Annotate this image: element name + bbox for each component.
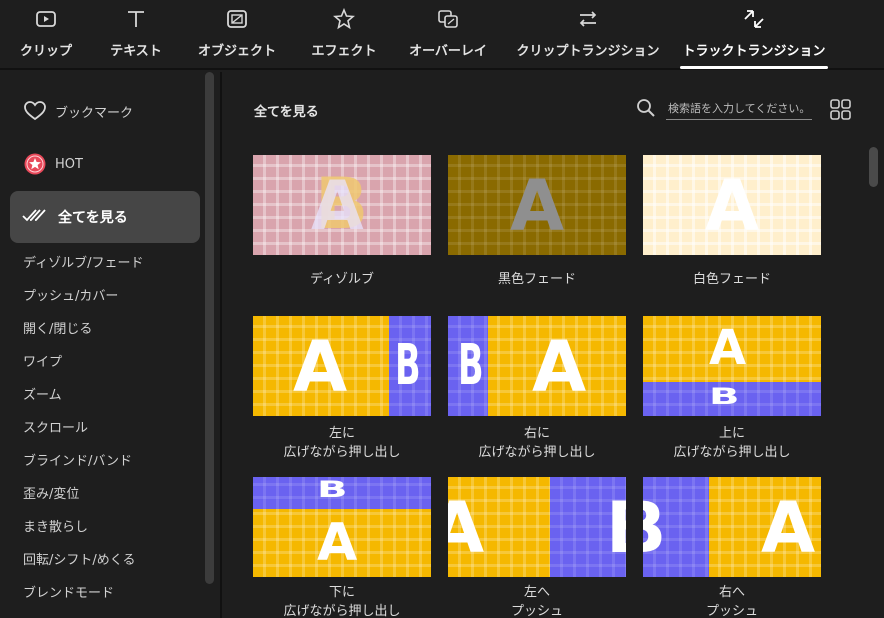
thumbnail-push-to-left: A B [448,477,626,577]
thumb-panel: B [448,316,488,416]
transition-browser: 全てを見る B A ディゾルブ A 黒色フェード A 白色フェード A [224,72,884,618]
tab-object[interactable]: オブジェクト [198,0,277,70]
sidebar-item-label: 全てを見る [58,210,128,226]
card-subtitle: 広げながら押し出し [283,604,401,618]
card-subtitle: プッシュ [705,604,758,618]
sidebar-category[interactable]: ズーム [23,384,62,403]
thumb-letter: A [761,487,816,569]
double-check-icon [22,207,48,227]
thumb-letter: A [317,513,358,573]
grid-view-icon[interactable] [830,99,851,124]
tab-text[interactable]: テキスト [108,0,164,70]
card-title: 左へ [523,585,550,600]
tab-effect[interactable]: エフェクト [311,0,377,70]
search-bar [636,98,812,122]
thumb-panel: B [389,316,431,416]
overlay-icon [437,8,459,30]
thumb-panel: B [253,477,431,509]
thumb-letter: B [643,493,666,563]
thumb-letter: A [709,320,747,376]
object-icon [226,8,248,30]
thumb-letter: B [606,493,626,563]
sidebar-item-hot[interactable]: HOT [23,152,83,176]
card-subtitle: 広げながら押し出し [673,445,791,460]
card-title: ディゾルブ [309,272,375,287]
tab-label: エフェクト [311,44,377,59]
tab-label: クリップトランジション [516,44,660,59]
card-title: 右へ [718,585,745,600]
heart-icon [23,99,47,123]
thumbnail-fade-white: A [643,155,821,255]
sidebar-category[interactable]: 歪み/変位 [23,483,79,502]
thumb-panel: B [643,382,821,416]
thumbnail-push-left: A B [253,316,431,416]
sidebar-category[interactable]: 開く/閉じる [23,318,92,337]
active-tab-indicator [680,66,828,69]
tab-overlay[interactable]: オーバーレイ [409,0,487,70]
sidebar-category[interactable]: 回転/シフト/めくる [23,549,136,568]
search-icon[interactable] [636,98,656,122]
card-subtitle: 広げながら押し出し [478,445,596,460]
text-icon [125,8,147,30]
card-title: 黒色フェード [497,272,576,287]
sidebar-item-bookmark[interactable]: ブックマーク [23,99,133,123]
sidebar-category[interactable]: スクロール [23,417,88,436]
thumbnail-push-to-right: B A [643,477,821,577]
thumb-letter: B [709,384,740,410]
thumbnail-fade-black: A [448,155,626,255]
card-subtitle: 広げながら押し出し [283,445,401,460]
sidebar-item-label: HOT [55,156,83,172]
tab-label: クリップ [19,44,72,59]
sidebar-category[interactable]: プッシュ/カバー [23,285,118,304]
tab-label: オーバーレイ [409,44,487,59]
card-title: 下に [328,585,355,600]
thumbnail-push-right: B A [448,316,626,416]
thumb-letter: A [293,326,348,408]
thumb-letter: A [532,326,587,408]
thumb-panel: B [643,477,709,577]
sidebar-category[interactable]: ワイプ [23,351,62,370]
thumb-letter: A [510,165,565,247]
card-title: 左に [328,426,355,441]
thumb-letter: A [311,167,364,246]
thumb-letter: B [458,333,484,398]
top-tab-bar: クリップ テキスト オブジェクト エフェクト オーバーレイ クリップトランジショ… [0,0,884,70]
tab-label: テキスト [110,44,162,59]
sidebar-category[interactable]: ブレンドモード [23,582,114,601]
sidebar-category[interactable]: ブラインド/バンド [23,450,132,469]
sidebar-category[interactable]: ディゾルブ/フェード [23,252,143,271]
tab-label: トラックトランジション [682,44,826,59]
sidebar-item-label: ブックマーク [55,105,134,121]
main-scrollbar[interactable] [869,147,878,187]
card-subtitle: プッシュ [510,604,563,618]
tab-clip[interactable]: クリップ [18,0,74,70]
page-title: 全てを見る [254,105,319,120]
thumb-panel: B [550,477,626,577]
track-transition-icon [742,8,766,30]
hot-badge-icon [23,152,47,176]
thumb-letter: B [395,333,421,398]
tab-clip-transition[interactable]: クリップトランジション [517,0,660,70]
card-title: 上に [718,426,745,441]
sidebar-scrollbar[interactable] [205,72,214,584]
thumbnail-push-up: A B [643,316,821,416]
thumbnail-push-down: B A [253,477,431,577]
thumb-letter: B [317,477,348,503]
thumbnail-dissolve: B A [253,155,431,255]
thumb-letter: A [448,487,485,569]
sidebar-item-show-all[interactable]: 全てを見る [10,191,200,243]
clip-icon [35,8,57,30]
search-input[interactable] [666,100,812,120]
card-title: 右に [523,426,550,441]
thumb-letter: A [705,165,760,247]
category-sidebar: ブックマーク HOT 全てを見る ディゾルブ/フェード プッシュ/カバー 開く/… [0,72,222,618]
effect-icon [333,8,355,30]
card-title: 白色フェード [692,272,771,287]
tab-label: オブジェクト [198,44,277,59]
clip-transition-icon [577,8,599,30]
sidebar-category[interactable]: まき散らし [23,516,88,535]
tab-track-transition[interactable]: トラックトランジション [680,0,828,70]
